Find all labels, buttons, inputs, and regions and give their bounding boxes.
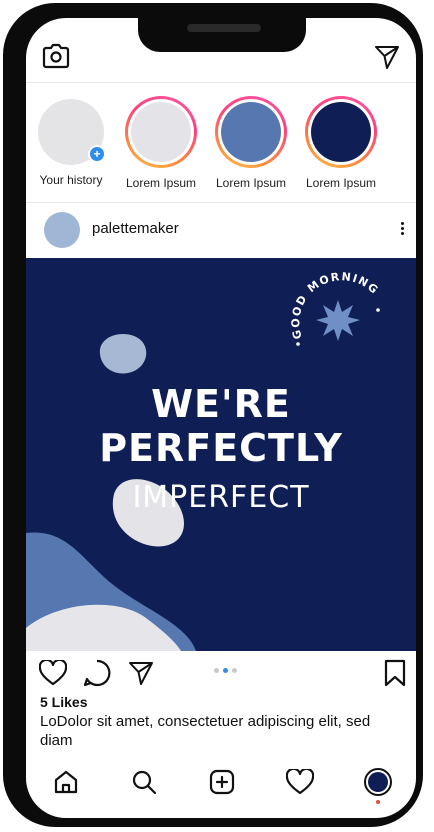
story-avatar [221,102,281,162]
carousel-dot[interactable] [214,668,219,673]
story-ring [125,96,197,168]
story-label: Lorem Ipsum [305,176,377,190]
story-item[interactable]: Lorem Ipsum [296,96,386,190]
post-actions [26,652,416,696]
avatar[interactable] [44,212,80,248]
more-options-icon[interactable] [398,220,406,242]
headline-line-2: PERFECTLY [99,426,343,470]
headline-line-1: WE'RE [151,382,291,426]
send-icon[interactable] [372,42,402,72]
post-image[interactable]: GOOD MORNING WE'RE PERFECTLY IMPERFECT [26,258,416,651]
post-caption: LoDolor sit amet, consectetuer adipiscin… [40,713,371,749]
story-avatar [131,102,191,162]
story-avatar [311,102,371,162]
top-bar [26,18,416,82]
headline-line-3: IMPERFECT [132,480,310,515]
comment-icon[interactable] [82,658,112,688]
profile-icon[interactable] [362,766,394,798]
stories-row: + Your history Lorem Ipsum Lorem Ipsum L… [26,92,416,202]
story-your-history[interactable]: + Your history [26,96,116,187]
search-icon[interactable] [128,766,160,798]
story-label: Lorem Ipsum [125,176,197,190]
bottom-nav [26,760,416,810]
heart-icon[interactable] [284,766,316,798]
carousel-indicator [206,667,246,675]
add-icon[interactable] [206,766,238,798]
carousel-dot[interactable] [232,668,237,673]
stories-divider [26,202,416,203]
send-icon[interactable] [126,658,156,688]
carousel-dot[interactable] [223,668,228,673]
bookmark-icon[interactable] [382,658,408,688]
story-label: Lorem Ipsum [215,176,287,190]
story-item[interactable]: Lorem Ipsum [206,96,296,190]
add-story-icon[interactable]: + [88,145,106,163]
avatar: + [38,99,106,165]
camera-icon[interactable] [40,40,72,72]
post-header: palettemaker [26,206,416,254]
post-username[interactable]: palettemaker [92,220,179,237]
story-ring [305,96,377,168]
story-item[interactable]: Lorem Ipsum [116,96,206,190]
home-icon[interactable] [50,766,82,798]
story-label: Your history [39,173,103,187]
story-ring [215,96,287,168]
heart-icon[interactable] [38,658,68,688]
top-divider [26,82,416,83]
notification-dot [376,800,380,804]
likes-count[interactable]: 5 Likes [40,694,87,710]
